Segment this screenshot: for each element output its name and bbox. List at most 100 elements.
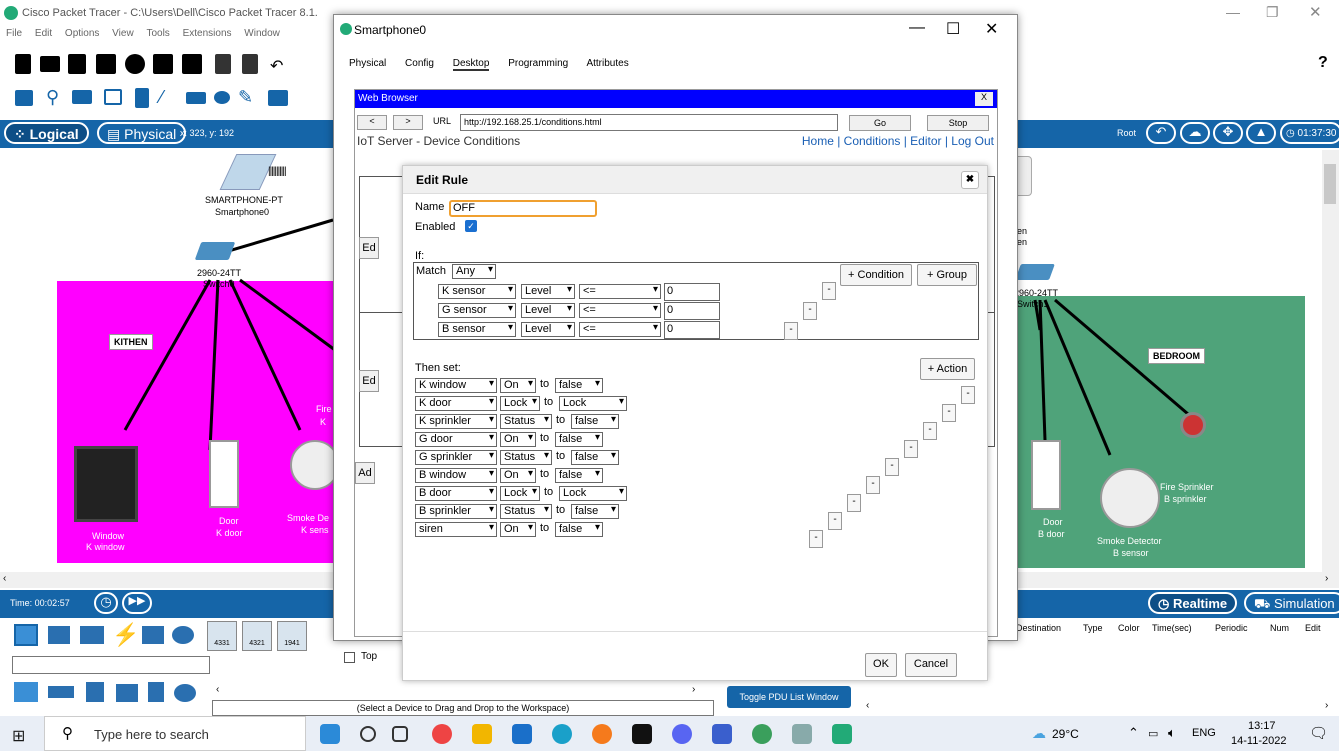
ellipse-icon[interactable] xyxy=(214,91,230,104)
add-action-button[interactable]: + Action xyxy=(920,358,975,380)
tray-up-icon[interactable]: ⌃ xyxy=(1128,725,1139,741)
bg-edit-button-1[interactable]: Ed xyxy=(359,237,379,259)
app-icon[interactable] xyxy=(712,724,732,744)
action-device-select[interactable]: siren xyxy=(415,522,497,537)
action-property-select[interactable]: Status xyxy=(500,450,552,465)
bedroom-smoke-detector[interactable] xyxy=(1100,468,1160,528)
netflix-icon[interactable] xyxy=(632,724,652,744)
enabled-checkbox[interactable]: ✓ xyxy=(465,220,477,232)
pdu-scroll-right-icon[interactable]: › xyxy=(1325,700,1328,711)
router-4331[interactable]: 4331 xyxy=(207,621,237,651)
router-4321[interactable]: 4321 xyxy=(242,621,272,651)
forward-button[interactable]: > xyxy=(393,115,423,130)
switch0-device[interactable] xyxy=(194,242,236,260)
condition-operator-select[interactable]: <= xyxy=(579,284,661,299)
browser-close-button[interactable]: X xyxy=(975,92,993,106)
name-input[interactable]: OFF xyxy=(449,200,597,217)
action-device-select[interactable]: G sprinkler xyxy=(415,450,497,465)
action-device-select[interactable]: B window xyxy=(415,468,497,483)
clock-date[interactable]: 14-11-2022 xyxy=(1231,735,1286,747)
action-value-select[interactable]: false xyxy=(555,468,603,483)
save-icon[interactable] xyxy=(68,54,86,74)
cloud-device-icon[interactable] xyxy=(174,684,196,702)
open-icon[interactable] xyxy=(40,56,60,72)
action-property-select[interactable]: On xyxy=(500,468,536,483)
cloud-icon[interactable]: ☁ xyxy=(1180,122,1210,144)
delete-icon[interactable] xyxy=(72,90,92,104)
action-device-select[interactable]: K window xyxy=(415,378,497,393)
menu-file[interactable]: File xyxy=(6,28,22,39)
menu-options[interactable]: Options xyxy=(65,28,99,39)
note-icon[interactable] xyxy=(135,88,149,108)
chrome-icon[interactable] xyxy=(432,724,452,744)
editor-icon[interactable] xyxy=(792,724,812,744)
remove-action-button[interactable]: - xyxy=(847,494,861,512)
remove-action-button[interactable]: - xyxy=(828,512,842,530)
resize-icon[interactable] xyxy=(104,89,122,105)
cortana-icon[interactable] xyxy=(360,726,376,742)
bridge-icon[interactable] xyxy=(48,686,74,698)
repeater-icon[interactable] xyxy=(86,682,104,702)
select-icon[interactable] xyxy=(15,90,33,106)
action-value-select[interactable]: false xyxy=(555,432,603,447)
condition-property-select[interactable]: Level xyxy=(521,284,575,299)
condition-device-select[interactable]: B sensor xyxy=(438,322,516,337)
coaxial-icon[interactable] xyxy=(116,684,138,702)
device-search-field[interactable] xyxy=(12,656,210,674)
remove-condition-button[interactable]: - xyxy=(803,302,817,320)
paste-icon[interactable] xyxy=(242,54,258,74)
tab-programming[interactable]: Programming xyxy=(508,58,568,69)
remove-action-button[interactable]: - xyxy=(942,404,956,422)
device-scroll-left-icon[interactable]: ‹ xyxy=(216,684,219,695)
action-property-select[interactable]: Status xyxy=(500,414,552,429)
help-icon[interactable]: ? xyxy=(1318,54,1328,72)
action-value-select[interactable]: false xyxy=(555,378,603,393)
condition-property-select[interactable]: Level xyxy=(521,303,575,318)
simulation-tab[interactable]: ⛟ Simulation xyxy=(1244,592,1339,614)
info-icon[interactable] xyxy=(125,54,145,74)
menu-window[interactable]: Window xyxy=(244,28,280,39)
chrome-profile-icon[interactable] xyxy=(752,724,772,744)
pdu-icon[interactable] xyxy=(268,90,288,106)
tab-attributes[interactable]: Attributes xyxy=(586,58,628,69)
menu-edit[interactable]: Edit xyxy=(35,28,52,39)
widgets-icon[interactable] xyxy=(320,724,340,744)
action-value-select[interactable]: Lock xyxy=(559,396,627,411)
condition-value-input[interactable]: 0 xyxy=(664,283,720,301)
tab-config[interactable]: Config xyxy=(405,58,434,69)
scroll-right-icon[interactable]: › xyxy=(1325,573,1328,584)
match-select[interactable]: Any xyxy=(452,264,496,279)
remove-action-button[interactable]: - xyxy=(923,422,937,440)
search-icon[interactable]: ⚲ xyxy=(46,87,59,108)
router-1941[interactable]: 1941 xyxy=(277,621,307,651)
add-condition-button[interactable]: + Condition xyxy=(840,264,912,286)
restore-icon[interactable]: ❐ xyxy=(1266,4,1279,21)
action-property-select[interactable]: On xyxy=(500,432,536,447)
copy-icon[interactable] xyxy=(215,54,231,74)
undo-icon[interactable]: ↶ xyxy=(270,56,283,76)
action-device-select[interactable]: K sprinkler xyxy=(415,414,497,429)
components-icon[interactable] xyxy=(80,626,104,644)
kitchen-window-device[interactable] xyxy=(74,446,138,522)
action-property-select[interactable]: On xyxy=(500,522,536,537)
remove-action-button[interactable]: - xyxy=(866,476,880,494)
kitchen-door-device[interactable] xyxy=(209,440,239,508)
edge-icon[interactable] xyxy=(552,724,572,744)
remove-action-button[interactable]: - xyxy=(885,458,899,476)
notification-icon[interactable]: 🗨︎ xyxy=(1309,724,1328,742)
pdu-scroll-left-icon[interactable]: ‹ xyxy=(866,700,869,711)
top-checkbox[interactable] xyxy=(344,652,355,663)
action-value-select[interactable]: Lock xyxy=(559,486,627,501)
condition-value-input[interactable]: 0 xyxy=(664,321,720,339)
action-value-select[interactable]: false xyxy=(571,414,619,429)
condition-value-input[interactable]: 0 xyxy=(664,302,720,320)
tab-desktop[interactable]: Desktop xyxy=(452,58,490,71)
tab-physical[interactable]: Physical xyxy=(349,58,386,69)
action-device-select[interactable]: K door xyxy=(415,396,497,411)
action-device-select[interactable]: G door xyxy=(415,432,497,447)
back-button[interactable]: < xyxy=(357,115,387,130)
file-explorer-icon[interactable] xyxy=(472,724,492,744)
remove-condition-button[interactable]: - xyxy=(822,282,836,300)
action-property-select[interactable]: Status xyxy=(500,504,552,519)
misc-icon[interactable] xyxy=(142,626,164,644)
